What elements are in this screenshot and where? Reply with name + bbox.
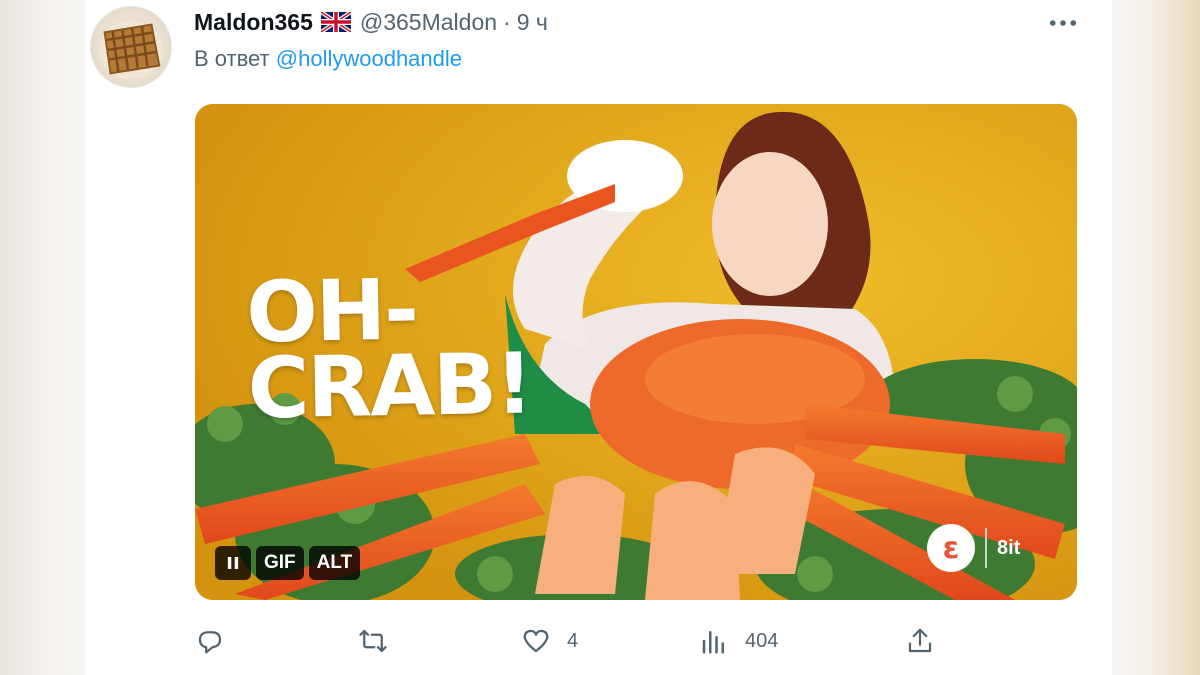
brand-text: 8it <box>997 536 1021 559</box>
avatar[interactable] <box>90 6 172 88</box>
reply-prefix: В ответ <box>194 46 270 71</box>
reply-context: В ответ @hollywoodhandle <box>194 46 462 72</box>
reply-icon <box>198 631 222 654</box>
retweet-button[interactable] <box>358 620 404 662</box>
uk-flag-icon <box>319 10 352 34</box>
gif-media[interactable]: OH- CRAB! GIF ALT ɛ 8it <box>195 104 1077 600</box>
like-button[interactable]: 4 <box>521 620 578 662</box>
gif-controls: GIF ALT <box>215 546 361 580</box>
views-button[interactable]: 404 <box>699 620 778 662</box>
views-count: 404 <box>745 629 779 652</box>
pause-icon <box>227 557 239 569</box>
views-chart-icon <box>702 631 724 654</box>
reply-button[interactable] <box>195 620 241 662</box>
share-button[interactable] <box>905 620 935 662</box>
tweet-header: Maldon365 @365Maldon · 9 ч <box>194 7 548 37</box>
reply-mention-link[interactable]: @hollywoodhandle <box>276 46 462 71</box>
watermark: ɛ 8it <box>927 524 1020 572</box>
gif-overlay-caption: OH- CRAB! <box>246 261 533 438</box>
waffle-avatar-image <box>98 20 164 80</box>
heart-icon <box>523 629 549 653</box>
pause-button[interactable] <box>215 546 251 580</box>
overlay-line-2: CRAB! <box>246 334 533 438</box>
tweet-timestamp[interactable]: 9 ч <box>517 9 548 36</box>
brand-divider <box>985 528 987 568</box>
alt-text-button[interactable]: ALT <box>308 546 361 580</box>
brand-logo: ɛ <box>927 524 975 572</box>
retweet-icon <box>359 629 387 653</box>
share-upload-icon <box>908 628 932 653</box>
author-handle[interactable]: @365Maldon <box>360 9 497 36</box>
author-name[interactable]: Maldon365 <box>194 9 313 36</box>
ellipsis-icon <box>1049 20 1077 26</box>
gif-badge[interactable]: GIF <box>256 546 304 580</box>
tweet-actions: 4 404 <box>0 620 1200 662</box>
like-count: 4 <box>567 629 579 652</box>
header-separator: · <box>503 8 511 35</box>
more-options-button[interactable] <box>1046 8 1080 38</box>
